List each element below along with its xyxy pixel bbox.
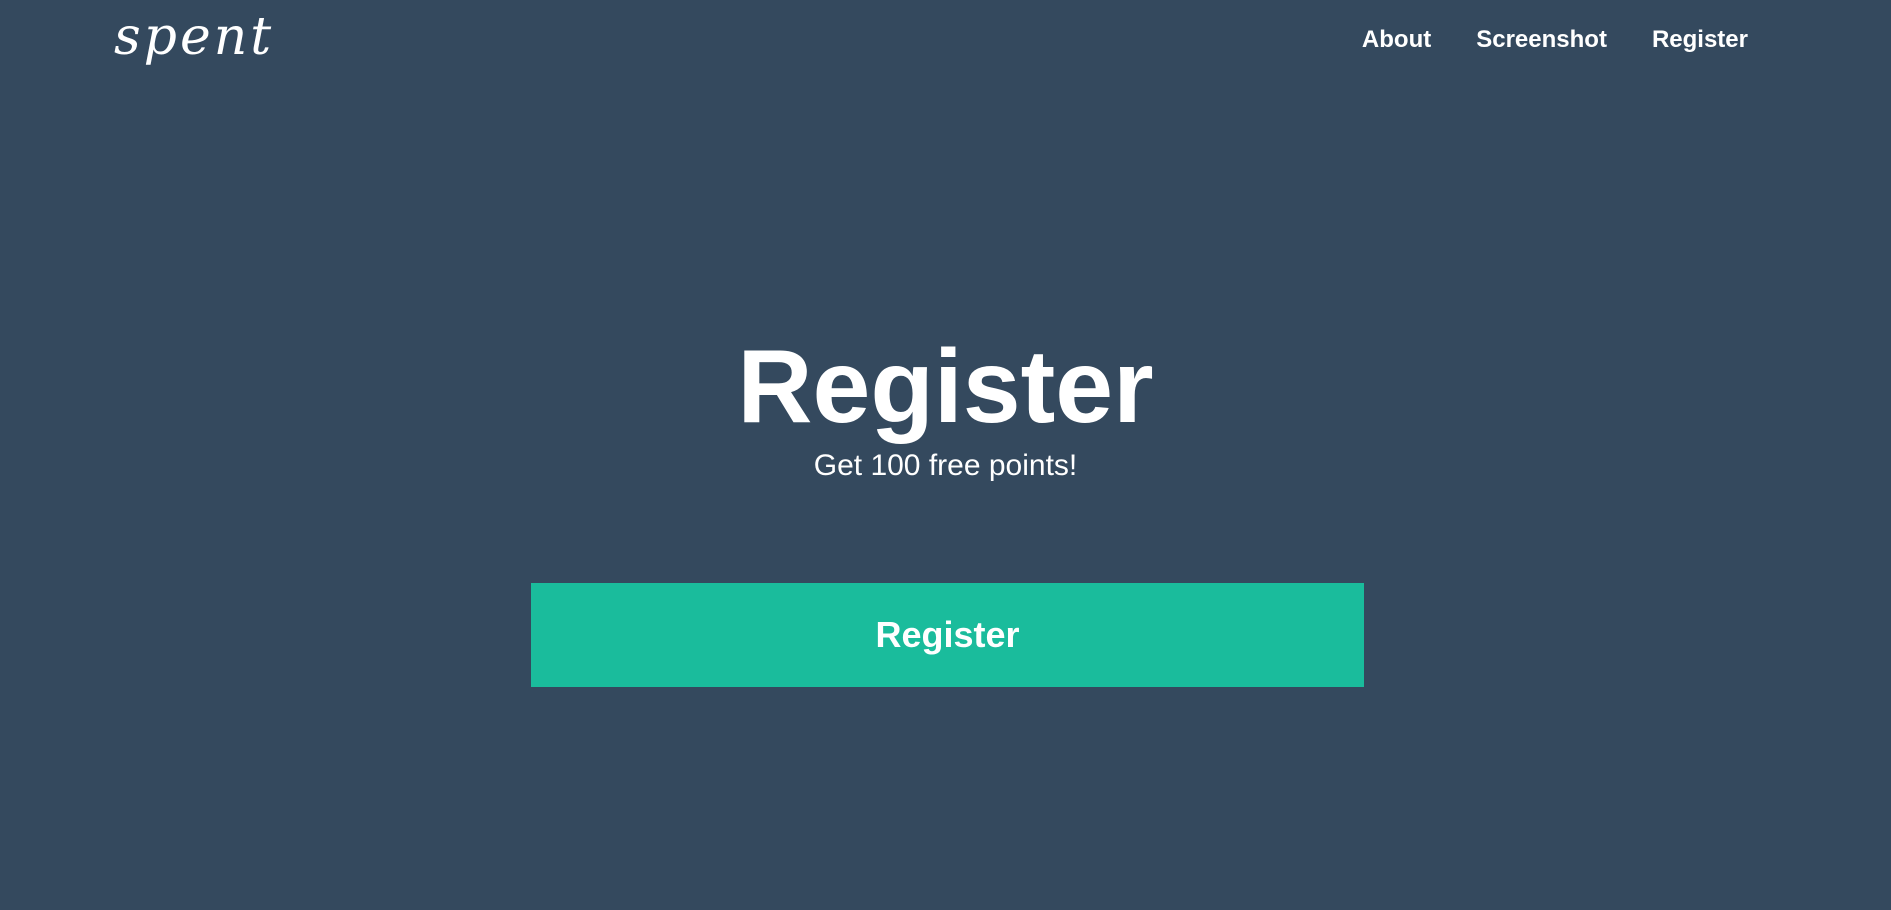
top-nav: About Screenshot Register [1362, 26, 1748, 55]
nav-link-register[interactable]: Register [1652, 26, 1748, 55]
logo-link[interactable]: spent [114, 6, 274, 68]
nav-link-about[interactable]: About [1362, 26, 1431, 55]
page: spent About Screenshot Register Register… [0, 0, 1891, 910]
nav-link-screenshot[interactable]: Screenshot [1476, 26, 1607, 55]
hero-section: Register Get 100 free points! [0, 330, 1891, 484]
register-button[interactable]: Register [531, 583, 1364, 687]
page-title: Register [737, 329, 1154, 445]
page-subtitle: Get 100 free points! [813, 449, 1078, 483]
